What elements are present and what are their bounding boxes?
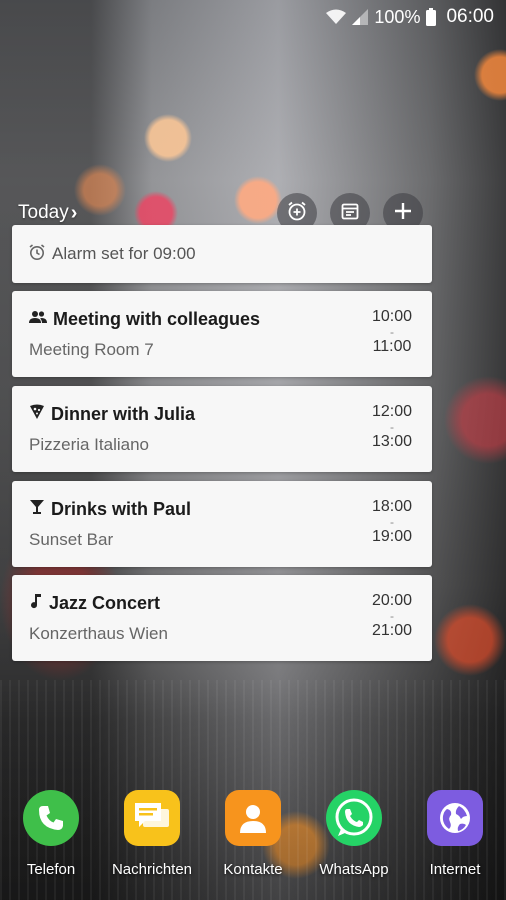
- calendar-event-icon: [340, 201, 360, 226]
- app-whatsapp[interactable]: WhatsApp: [304, 790, 404, 878]
- event-title: Meeting with colleagues: [53, 309, 261, 329]
- event-location: Konzerthaus Wien: [29, 624, 168, 643]
- app-label: Telefon: [26, 861, 76, 878]
- status-clock: 06:00: [446, 6, 494, 27]
- status-bar: 100% 06:00: [0, 0, 506, 34]
- event-start: 18:00: [371, 498, 413, 515]
- event-title: Dinner with Julia: [51, 404, 196, 424]
- event-title: Drinks with Paul: [51, 499, 192, 519]
- messages-icon: [124, 790, 180, 846]
- event-location: Pizzeria Italiano: [29, 435, 150, 454]
- chevron-right-icon: ›: [70, 201, 78, 224]
- alarm-card[interactable]: Alarm set for 09:00: [12, 225, 432, 283]
- event-start: 12:00: [371, 403, 413, 420]
- signal-icon: [352, 9, 369, 25]
- event-times: 12:00 - 13:00: [368, 404, 416, 450]
- alarm-add-icon: [286, 200, 308, 227]
- event-start: 10:00: [371, 308, 413, 325]
- pizza-icon: [29, 404, 45, 425]
- app-telefon[interactable]: Telefon: [1, 790, 101, 878]
- wifi-icon: [326, 9, 347, 25]
- app-label: WhatsApp: [319, 861, 389, 878]
- today-label: Today: [18, 202, 69, 223]
- app-internet[interactable]: Internet: [405, 790, 505, 878]
- alarm-text: Alarm set for 09:00: [52, 244, 196, 263]
- event-card[interactable]: Jazz Concert Konzerthaus Wien 20:00 - 21…: [12, 575, 432, 661]
- contacts-icon: [225, 790, 281, 846]
- event-end: 11:00: [372, 338, 412, 355]
- event-location: Sunset Bar: [29, 530, 114, 549]
- event-times: 10:00 - 11:00: [368, 309, 416, 355]
- app-label: Kontakte: [223, 861, 283, 878]
- music-note-icon: [29, 593, 43, 614]
- event-card[interactable]: Meeting with colleagues Meeting Room 7 1…: [12, 291, 432, 377]
- app-kontakte[interactable]: Kontakte: [203, 790, 303, 878]
- time-separator: -: [390, 420, 394, 434]
- event-times: 20:00 - 21:00: [368, 593, 416, 639]
- time-separator: -: [390, 325, 394, 339]
- event-card[interactable]: Drinks with Paul Sunset Bar 18:00 - 19:0…: [12, 481, 432, 567]
- globe-icon: [427, 790, 483, 846]
- event-card[interactable]: Dinner with Julia Pizzeria Italiano 12:0…: [12, 386, 432, 472]
- battery-icon: [426, 8, 437, 26]
- phone-icon: [23, 790, 79, 846]
- app-label: Nachrichten: [111, 861, 193, 878]
- event-times: 18:00 - 19:00: [368, 499, 416, 545]
- cocktail-icon: [29, 499, 45, 520]
- app-label: Internet: [429, 861, 481, 878]
- battery-level: 100%: [374, 6, 421, 27]
- time-separator: -: [390, 515, 394, 529]
- people-icon: [29, 310, 47, 329]
- time-separator: -: [390, 609, 394, 623]
- event-end: 13:00: [371, 433, 413, 450]
- event-location: Meeting Room 7: [29, 340, 154, 359]
- plus-icon: [394, 202, 412, 225]
- event-end: 21:00: [371, 622, 413, 639]
- today-link[interactable]: Today ›: [18, 202, 77, 225]
- event-start: 20:00: [371, 592, 413, 609]
- app-dock: Telefon Nachrichten Kontakte WhatsApp In…: [0, 790, 506, 890]
- event-title: Jazz Concert: [49, 593, 161, 613]
- event-end: 19:00: [371, 528, 413, 545]
- app-nachrichten[interactable]: Nachrichten: [102, 790, 202, 878]
- whatsapp-icon: [326, 790, 382, 846]
- alarm-clock-icon: [28, 243, 46, 266]
